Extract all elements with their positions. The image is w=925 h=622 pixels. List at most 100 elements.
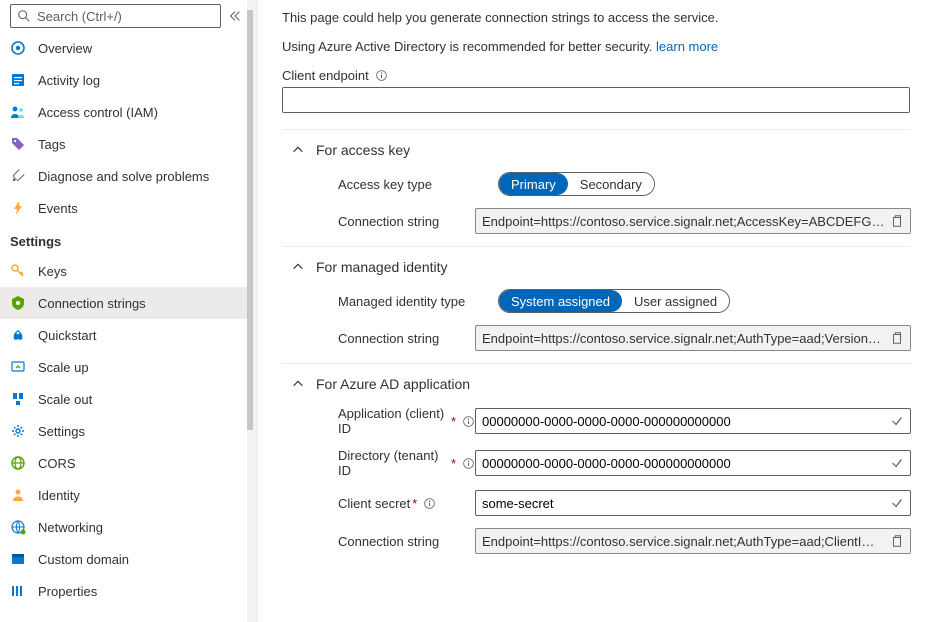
sidebar-item-custom-domain[interactable]: Custom domain: [0, 543, 247, 575]
sidebar-item-access-control[interactable]: Access control (IAM): [0, 96, 247, 128]
sidebar-item-label: Scale up: [38, 360, 89, 375]
sidebar-item-label: Events: [38, 201, 78, 216]
intro-text-1: This page could help you generate connec…: [282, 10, 911, 25]
sidebar-item-label: Overview: [38, 41, 92, 56]
chevron-up-icon: [290, 259, 306, 275]
activity-log-icon: [10, 72, 26, 88]
sidebar-item-activity-log[interactable]: Activity log: [0, 64, 247, 96]
dir-id-input[interactable]: [475, 450, 911, 476]
pill-secondary[interactable]: Secondary: [568, 173, 654, 195]
managed-identity-conn-label: Connection string: [338, 331, 475, 346]
pill-primary[interactable]: Primary: [499, 173, 568, 195]
overview-icon: [10, 40, 26, 56]
app-id-label: Application (client) ID*: [338, 406, 475, 436]
sidebar-item-properties[interactable]: Properties: [0, 575, 247, 607]
client-endpoint-label: Client endpoint: [282, 68, 911, 83]
sidebar-item-label: Tags: [38, 137, 65, 152]
sidebar-search[interactable]: [10, 4, 221, 28]
sidebar-item-label: Properties: [38, 584, 97, 599]
diagnose-icon: [10, 168, 26, 184]
sidebar-item-label: Keys: [38, 264, 67, 279]
settings-icon: [10, 423, 26, 439]
sidebar-item-label: Identity: [38, 488, 80, 503]
client-secret-input[interactable]: [475, 490, 911, 516]
sidebar-item-cors[interactable]: CORS: [0, 447, 247, 479]
sidebar-item-tags[interactable]: Tags: [0, 128, 247, 160]
sidebar-item-scale-up[interactable]: Scale up: [0, 351, 247, 383]
scrollbar-thumb[interactable]: [247, 10, 253, 430]
sidebar-item-networking[interactable]: Networking: [0, 511, 247, 543]
chevron-up-icon: [290, 376, 306, 392]
sidebar-item-scale-out[interactable]: Scale out: [0, 383, 247, 415]
sidebar-item-quickstart[interactable]: Quickstart: [0, 319, 247, 351]
sidebar-item-overview[interactable]: Overview: [0, 32, 247, 64]
connection-strings-icon: [10, 295, 26, 311]
learn-more-link[interactable]: learn more: [656, 39, 718, 54]
keys-icon: [10, 263, 26, 279]
section-header-managed-identity[interactable]: For managed identity: [282, 259, 911, 275]
search-input[interactable]: [37, 9, 214, 24]
collapse-sidebar-button[interactable]: [227, 8, 243, 24]
custom-domain-icon: [10, 551, 26, 567]
aad-conn-label: Connection string: [338, 534, 475, 549]
access-key-type-label: Access key type: [338, 177, 498, 192]
sidebar-item-label: Quickstart: [38, 328, 97, 343]
sidebar-item-label: Connection strings: [38, 296, 146, 311]
managed-identity-conn-field[interactable]: Endpoint=https://contoso.service.signalr…: [475, 325, 911, 351]
app-id-input[interactable]: [475, 408, 911, 434]
scale-up-icon: [10, 359, 26, 375]
sidebar-item-label: Activity log: [38, 73, 100, 88]
access-key-conn-value: Endpoint=https://contoso.service.signalr…: [482, 214, 886, 229]
info-icon[interactable]: [375, 69, 388, 82]
sidebar-item-diagnose[interactable]: Diagnose and solve problems: [0, 160, 247, 192]
intro-text-2: Using Azure Active Directory is recommen…: [282, 39, 911, 54]
access-key-type-toggle[interactable]: Primary Secondary: [498, 172, 655, 196]
copy-button[interactable]: [890, 214, 904, 228]
client-endpoint-input[interactable]: [282, 87, 910, 113]
info-icon[interactable]: [423, 497, 436, 510]
access-key-conn-field[interactable]: Endpoint=https://contoso.service.signalr…: [475, 208, 911, 234]
networking-icon: [10, 519, 26, 535]
copy-button[interactable]: [890, 534, 904, 548]
sidebar-item-settings[interactable]: Settings: [0, 415, 247, 447]
events-icon: [10, 200, 26, 216]
sidebar-item-keys[interactable]: Keys: [0, 255, 247, 287]
sidebar-item-label: Settings: [38, 424, 85, 439]
access-control-icon: [10, 104, 26, 120]
sidebar-item-connection-strings[interactable]: Connection strings: [0, 287, 247, 319]
info-icon[interactable]: [462, 415, 475, 428]
identity-icon: [10, 487, 26, 503]
section-header-aad-app[interactable]: For Azure AD application: [282, 376, 911, 392]
sidebar-item-label: Access control (IAM): [38, 105, 158, 120]
chevron-up-icon: [290, 142, 306, 158]
section-header-access-key[interactable]: For access key: [282, 142, 911, 158]
quickstart-icon: [10, 327, 26, 343]
cors-icon: [10, 455, 26, 471]
pill-user-assigned[interactable]: User assigned: [622, 290, 729, 312]
client-secret-label: Client secret*: [338, 496, 475, 511]
aad-conn-value: Endpoint=https://contoso.service.signalr…: [482, 534, 886, 549]
sidebar-item-label: Diagnose and solve problems: [38, 169, 209, 184]
check-icon: [890, 456, 904, 470]
double-chevron-left-icon: [228, 9, 242, 23]
sidebar-item-label: Custom domain: [38, 552, 129, 567]
sidebar-item-events[interactable]: Events: [0, 192, 247, 224]
properties-icon: [10, 583, 26, 599]
managed-identity-type-toggle[interactable]: System assigned User assigned: [498, 289, 730, 313]
tags-icon: [10, 136, 26, 152]
pill-system-assigned[interactable]: System assigned: [499, 290, 622, 312]
info-icon[interactable]: [462, 457, 475, 470]
dir-id-label: Directory (tenant) ID*: [338, 448, 475, 478]
sidebar-scrollbar[interactable]: [247, 0, 257, 622]
copy-button[interactable]: [890, 331, 904, 345]
search-icon: [17, 9, 31, 23]
sidebar-item-identity[interactable]: Identity: [0, 479, 247, 511]
managed-identity-type-label: Managed identity type: [338, 294, 498, 309]
check-icon: [890, 414, 904, 428]
sidebar-item-label: CORS: [38, 456, 76, 471]
sidebar-item-label: Networking: [38, 520, 103, 535]
managed-identity-conn-value: Endpoint=https://contoso.service.signalr…: [482, 331, 886, 346]
scale-out-icon: [10, 391, 26, 407]
access-key-conn-label: Connection string: [338, 214, 475, 229]
aad-conn-field[interactable]: Endpoint=https://contoso.service.signalr…: [475, 528, 911, 554]
